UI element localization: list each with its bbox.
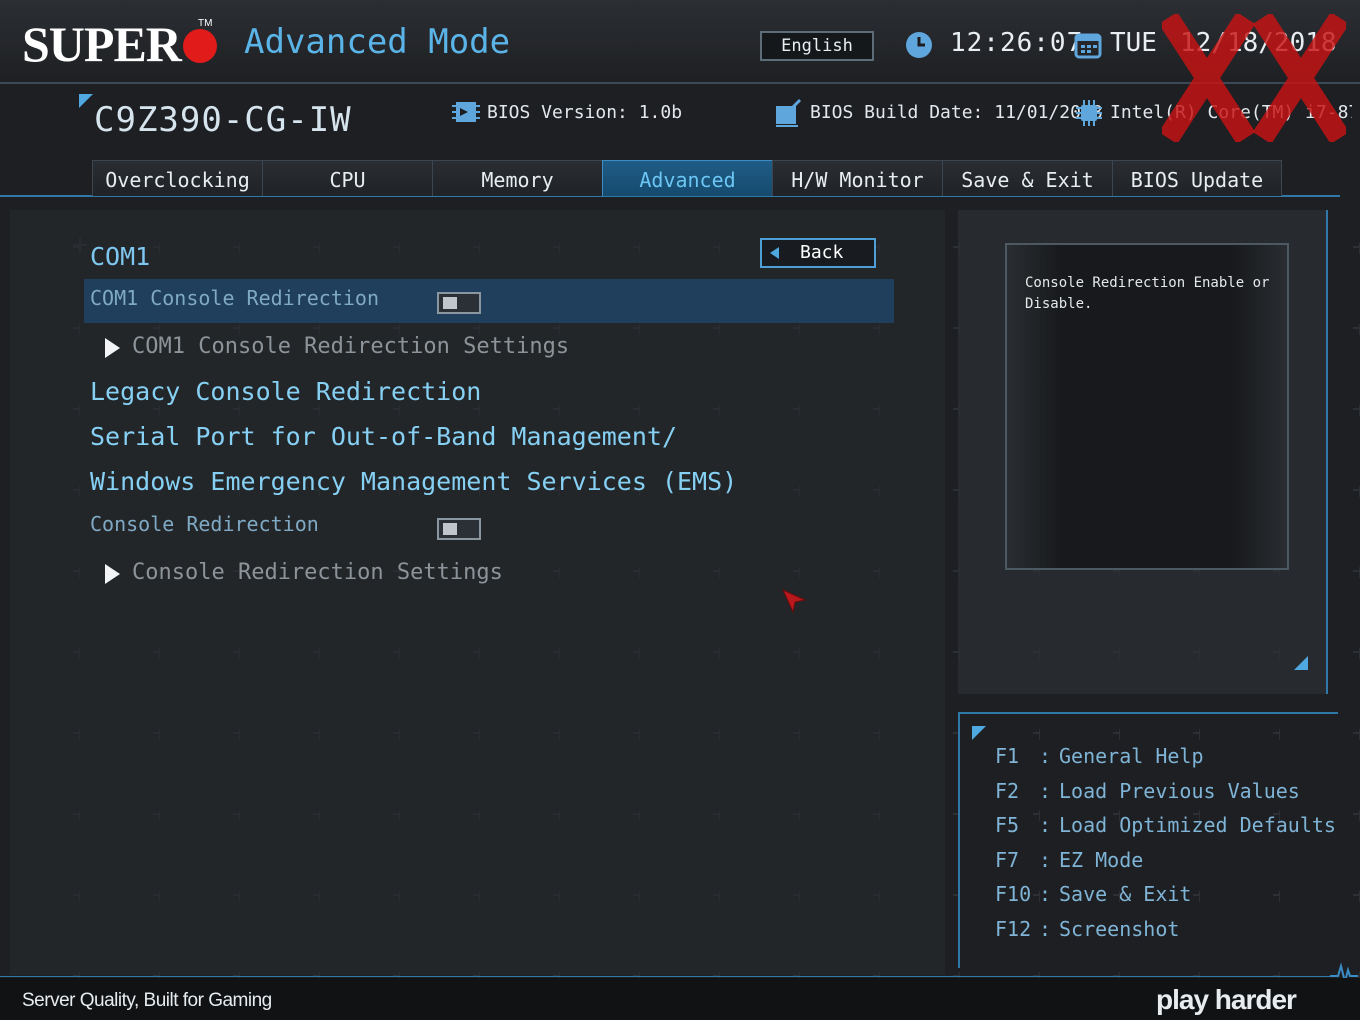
back-button[interactable]: Back [760, 238, 876, 268]
bios-version: BIOS Version: 1.0b [487, 102, 683, 123]
supermicro-logo: SUPER [22, 16, 217, 72]
top-bar: SUPER TM Advanced Mode English 12:26:07 … [0, 0, 1360, 84]
system-day: TUE [1110, 28, 1157, 58]
mode-title: Advanced Mode [244, 22, 511, 62]
tab-hw-monitor[interactable]: H/W Monitor [772, 160, 942, 196]
section-title: COM1 [90, 242, 151, 271]
ems-heading-line2: Windows Emergency Management Services (E… [90, 467, 738, 496]
language-button[interactable]: English [760, 31, 874, 61]
tab-cpu[interactable]: CPU [262, 160, 432, 196]
clock-icon [906, 32, 932, 58]
tab-overclocking[interactable]: Overclocking [92, 160, 262, 196]
shortcut-f5[interactable]: F5: Load Optimized Defaults [995, 813, 1336, 837]
play-harder-logo: play harder [1156, 984, 1297, 1015]
help-text: Console Redirection Enable or Disable. [1025, 275, 1270, 312]
help-description-box: Console Redirection Enable or Disable. [1005, 243, 1289, 570]
shortcut-f7[interactable]: F7: EZ Mode [995, 848, 1143, 872]
toggle-knob [443, 297, 457, 309]
shortcut-f2[interactable]: F2: Load Previous Values [995, 779, 1300, 803]
ems-heading-line1: Serial Port for Out-of-Band Management/ [90, 422, 677, 451]
com1-redirection-settings-link[interactable]: COM1 Console Redirection Settings [132, 334, 569, 359]
tab-advanced[interactable]: Advanced [602, 160, 772, 196]
legacy-console-redirection-heading: Legacy Console Redirection [90, 377, 482, 406]
logo-trademark: TM [198, 18, 213, 29]
com1-console-redirection-label[interactable]: COM1 Console Redirection [90, 286, 379, 310]
submenu-arrow-icon [105, 564, 120, 584]
main-tabs: Overclocking CPU Memory Advanced H/W Mon… [92, 160, 1282, 196]
corner-accent [1294, 656, 1308, 670]
back-button-label: Back [800, 242, 844, 263]
tab-memory[interactable]: Memory [432, 160, 602, 196]
console-redirection-label[interactable]: Console Redirection [90, 512, 319, 536]
submenu-arrow-icon [105, 338, 120, 358]
footer-slogan: Server Quality, Built for Gaming [22, 990, 272, 1011]
corner-accent [79, 94, 93, 108]
corner-accent [972, 726, 986, 740]
com1-console-redirection-toggle[interactable] [437, 292, 481, 314]
toggle-knob [443, 523, 457, 535]
logo-red-dot [182, 28, 217, 63]
board-model-name: C9Z390-CG-IW [94, 100, 352, 140]
back-arrow-icon [770, 247, 779, 259]
mouse-cursor-icon [781, 588, 807, 614]
calendar-icon [1074, 33, 1102, 59]
shortcut-f12[interactable]: F12: Screenshot [995, 917, 1179, 941]
shortcut-f10[interactable]: F10: Save & Exit [995, 882, 1191, 906]
footer-divider [0, 976, 1330, 977]
system-time[interactable]: 12:26:07 [950, 28, 1083, 58]
tab-save-exit[interactable]: Save & Exit [942, 160, 1112, 196]
red-x-watermark [1162, 14, 1346, 142]
console-redirection-settings-link[interactable]: Console Redirection Settings [132, 560, 503, 585]
cpu-chip-icon [1076, 100, 1102, 126]
shortcut-f1[interactable]: F1: General Help [995, 744, 1204, 768]
build-date-icon [776, 98, 802, 127]
console-redirection-toggle[interactable] [437, 518, 481, 540]
tab-bios-update[interactable]: BIOS Update [1112, 160, 1282, 196]
bios-chip-arrow-icon [452, 102, 480, 122]
bios-build-date: BIOS Build Date: 11/01/2018 [810, 102, 1103, 123]
logo-text: SUPER [22, 16, 182, 72]
